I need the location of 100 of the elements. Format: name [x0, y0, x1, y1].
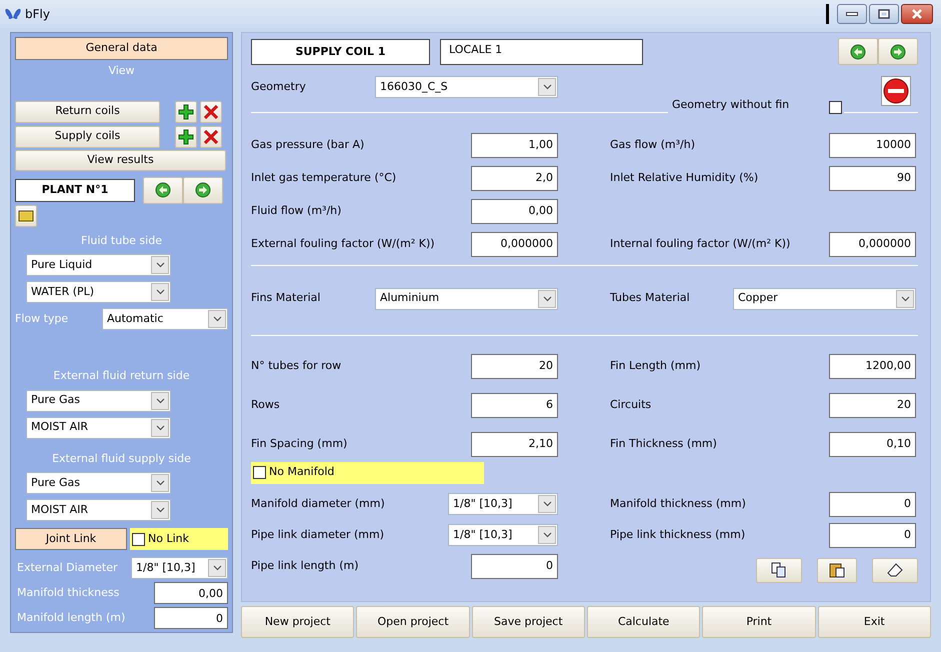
general-data-button[interactable]: General data	[15, 37, 228, 60]
field-label: Rows	[251, 396, 280, 413]
dropdown-field[interactable]: MOIST AIR	[26, 499, 171, 521]
checkbox[interactable]	[253, 466, 266, 479]
dropdown-field[interactable]: 166030_C_S	[375, 76, 558, 98]
close-button[interactable]	[901, 4, 933, 24]
field-label: Inlet gas temperature (°C)	[251, 170, 396, 186]
delete-button[interactable]	[200, 126, 222, 148]
footer-button[interactable]: Open project	[356, 606, 470, 638]
copy-icon	[771, 562, 787, 578]
coil-name: SUPPLY COIL 1	[251, 39, 430, 65]
maximize-button[interactable]	[869, 4, 899, 24]
footer-button[interactable]: Exit	[818, 606, 931, 638]
input-field[interactable]: 0	[471, 554, 558, 578]
view-label: View	[108, 63, 135, 79]
plus-icon	[178, 104, 194, 120]
next-button[interactable]	[183, 176, 223, 204]
field-label: Geometry	[251, 78, 306, 95]
input-field[interactable]: 20	[829, 392, 916, 418]
locale-field[interactable]: LOCALE 1	[440, 39, 643, 65]
plus-icon	[178, 128, 194, 144]
field-label: Tubes Material	[610, 290, 690, 306]
field-label: Fin Thickness (mm)	[610, 436, 717, 452]
eraser-icon	[887, 563, 903, 577]
input-field[interactable]: 6	[471, 392, 558, 418]
view-results-button[interactable]: View results	[15, 150, 226, 170]
eraser-button[interactable]	[872, 558, 918, 582]
minimize-button[interactable]	[837, 4, 867, 24]
note-button[interactable]	[15, 204, 37, 226]
field-label: Inlet Relative Humidity (%)	[610, 170, 758, 186]
input-field[interactable]: 0	[829, 492, 916, 516]
dropdown-field[interactable]: WATER (PL)	[26, 281, 171, 303]
clipboard-icon	[829, 562, 845, 578]
input-field[interactable]: 0	[154, 607, 228, 629]
joint-link-button[interactable]: Joint Link	[15, 528, 127, 550]
copy-button[interactable]	[756, 558, 802, 582]
group-title: External fluid supply side	[52, 450, 191, 466]
checkbox[interactable]	[132, 532, 145, 546]
minimize-icon	[846, 11, 858, 17]
geometry-without-fin-label: Geometry without fin	[672, 97, 790, 113]
field-label: External fouling factor (W/(m² K))	[251, 236, 435, 252]
footer-button[interactable]: Calculate	[586, 606, 700, 638]
group-title: External fluid return side	[53, 368, 190, 384]
field-label: Pipe link length (m)	[251, 558, 359, 574]
field-label: Pipe link thickness (mm)	[610, 526, 746, 543]
input-field[interactable]: 10000	[829, 132, 916, 158]
add-button[interactable]	[175, 126, 197, 148]
coils-button[interactable]: Supply coils	[15, 126, 160, 148]
dropdown-field[interactable]: Automatic	[102, 308, 228, 330]
input-field[interactable]: 0,00	[471, 198, 558, 224]
field-label: Manifold thickness (mm)	[610, 496, 746, 512]
dropdown-field[interactable]: 1/8" [10,3]	[448, 524, 558, 546]
field-label: External Diameter	[16, 560, 118, 576]
footer-button[interactable]: Print	[702, 606, 816, 638]
field-label: Manifold diameter (mm)	[251, 496, 385, 512]
previous-button[interactable]	[838, 38, 878, 65]
field-label: Fins Material	[251, 290, 320, 306]
paste-button[interactable]	[817, 558, 857, 582]
dropdown-field[interactable]: 1/8" [10,3]	[131, 557, 228, 579]
input-field[interactable]: 0,10	[829, 432, 916, 456]
input-field[interactable]: 90	[829, 166, 916, 190]
delete-button[interactable]	[200, 100, 222, 122]
input-field[interactable]: 1200,00	[829, 354, 916, 378]
previous-button[interactable]	[143, 176, 183, 204]
window-title: bFly	[25, 6, 50, 23]
dropdown-field[interactable]: MOIST AIR	[26, 416, 171, 438]
field-label: Internal fouling factor (W/(m² K))	[610, 236, 790, 252]
input-field[interactable]: 0,000000	[829, 232, 916, 256]
footer-button[interactable]: Save project	[472, 606, 585, 638]
input-field[interactable]: 1,00	[471, 132, 558, 158]
field-label: Fin Length (mm)	[610, 358, 701, 374]
input-field[interactable]: 0,000000	[471, 232, 558, 256]
close-icon	[911, 9, 923, 19]
close-icon	[203, 128, 219, 144]
next-button[interactable]	[878, 38, 918, 65]
field-label: Gas flow (m³/h)	[610, 136, 696, 153]
add-button[interactable]	[175, 100, 197, 122]
flow-type-label: Flow type	[15, 310, 68, 327]
butterfly-icon	[5, 8, 21, 20]
dropdown-field[interactable]: Pure Liquid	[26, 254, 171, 276]
checkbox[interactable]	[829, 100, 842, 114]
dropdown-field[interactable]: Copper	[733, 288, 916, 310]
dropdown-field[interactable]: Pure Gas	[26, 472, 171, 494]
dropdown-field[interactable]: Aluminium	[375, 288, 558, 310]
dropdown-field[interactable]: 1/8" [10,3]	[448, 493, 558, 515]
footer-button[interactable]: New project	[241, 606, 354, 638]
input-field[interactable]: 20	[471, 354, 558, 378]
input-field[interactable]: 2,10	[471, 432, 558, 456]
plant-name: PLANT N°1	[15, 178, 135, 202]
field-label: Fin Spacing (mm)	[251, 436, 348, 452]
field-label: Circuits	[610, 396, 652, 413]
input-field[interactable]: 0,00	[154, 582, 228, 604]
dropdown-field[interactable]: Pure Gas	[26, 390, 171, 412]
note-icon	[18, 210, 34, 222]
input-field[interactable]: 0	[829, 522, 916, 548]
field-label: Gas pressure (bar A)	[251, 136, 364, 153]
field-label: Fluid flow (m³/h)	[251, 202, 342, 219]
coils-button[interactable]: Return coils	[15, 100, 160, 122]
input-field[interactable]: 2,0	[471, 166, 558, 190]
field-label: N° tubes for row	[251, 358, 342, 374]
